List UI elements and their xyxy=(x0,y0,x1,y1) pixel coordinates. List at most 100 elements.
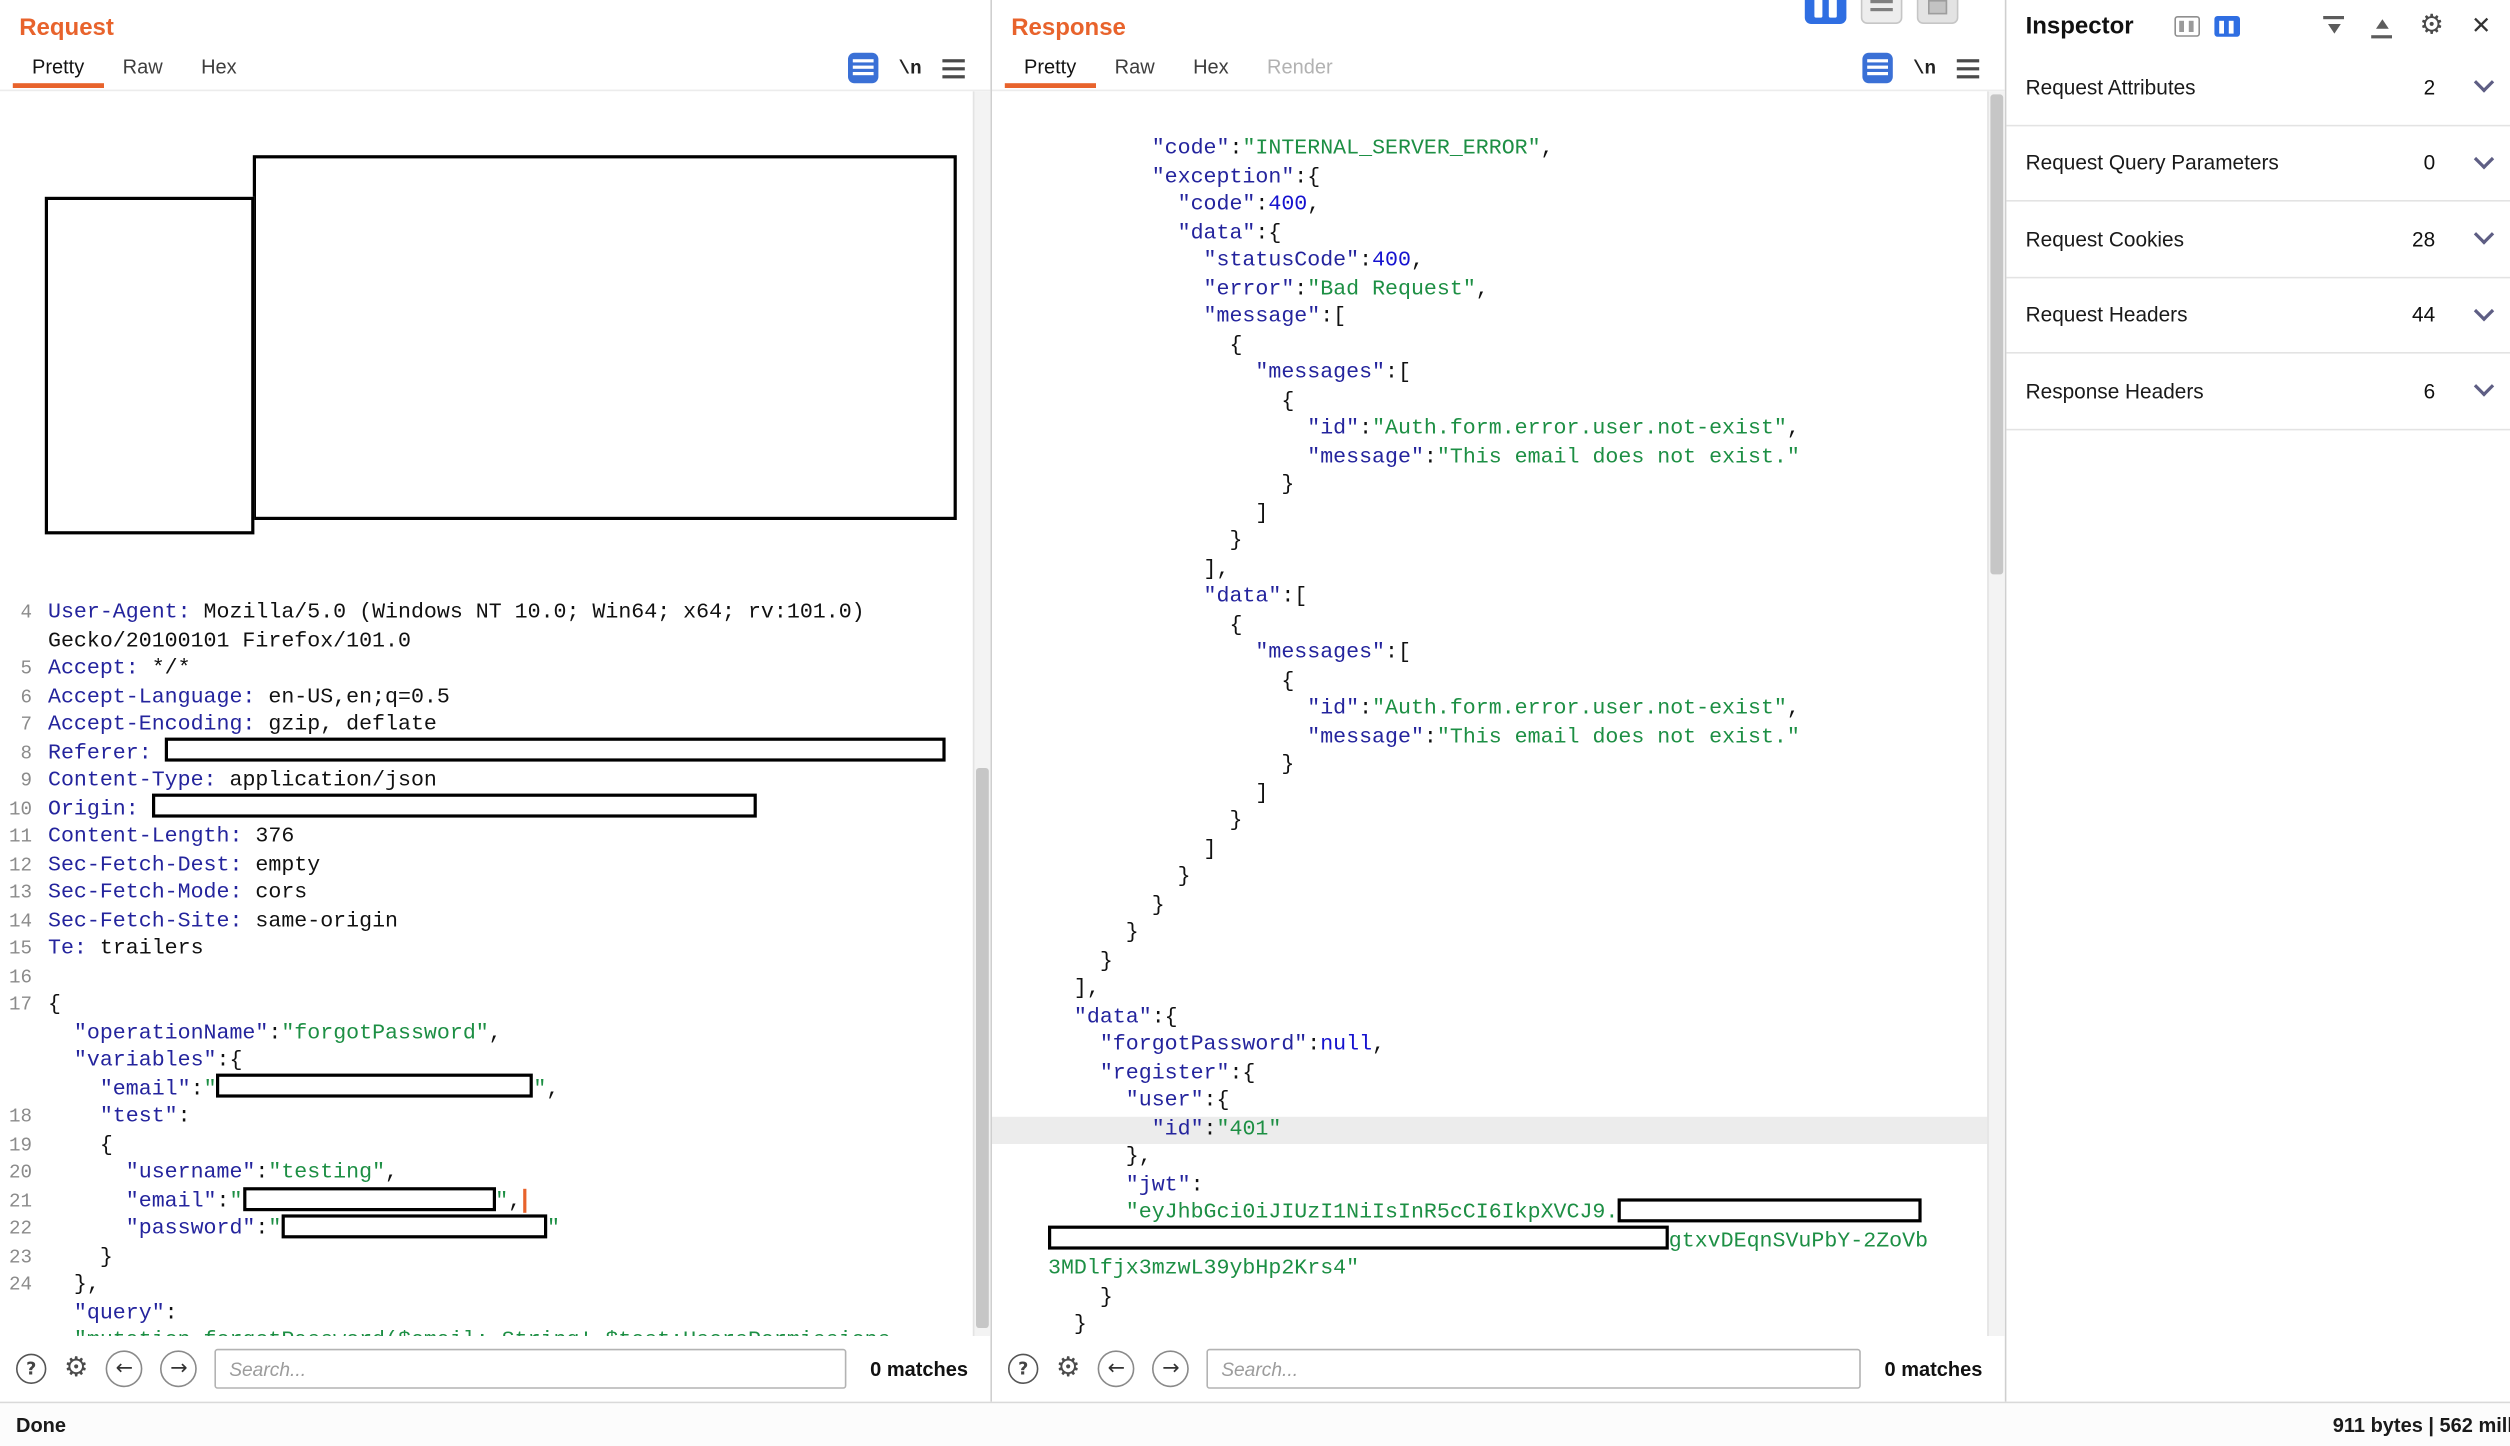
help-icon[interactable]: ? xyxy=(1008,1354,1038,1384)
inspector-section-count: 44 xyxy=(2381,303,2435,327)
expand-all-icon[interactable] xyxy=(2371,15,2392,37)
request-tabbar: Pretty Raw Hex \n xyxy=(0,46,990,91)
code-line: "statusCode":400, xyxy=(992,248,2005,276)
response-scrollbar[interactable] xyxy=(1987,91,2005,1336)
inspector-view-outline-icon[interactable] xyxy=(2174,16,2200,37)
line-number: 17 xyxy=(0,992,42,1020)
code-line: 21 "email":"", xyxy=(0,1188,990,1216)
line-number: 10 xyxy=(0,796,42,824)
response-tab-render[interactable]: Render xyxy=(1248,48,1352,88)
request-tab-pretty[interactable]: Pretty xyxy=(13,48,104,88)
word-wrap-toggle-icon[interactable] xyxy=(847,53,877,83)
redaction-box xyxy=(217,1074,534,1098)
response-searchbar: ? ⚙ ← → 0 matches xyxy=(992,1336,2005,1402)
code-line: 8Referer: xyxy=(0,740,990,768)
code-line: "operationName":"forgotPassword", xyxy=(0,1020,990,1048)
chevron-down-icon xyxy=(2474,377,2494,397)
inspector-section-request-cookies[interactable]: Request Cookies28 xyxy=(2006,202,2510,278)
request-editor[interactable]: fuZ04fNeZPoLreq CGhxmOoQ8WXmtL4 4User-Ag… xyxy=(0,91,990,1336)
inspector-section-request-attributes[interactable]: Request Attributes2 xyxy=(2006,50,2510,126)
inspector-section-request-headers[interactable]: Request Headers44 xyxy=(2006,278,2510,354)
response-search-input[interactable] xyxy=(1207,1349,1861,1389)
request-scrollbar-thumb[interactable] xyxy=(976,768,989,1328)
request-tab-hex[interactable]: Hex xyxy=(182,48,256,88)
request-scrollbar[interactable] xyxy=(973,91,991,1336)
inspector-panel: Inspector ⚙ ✕ Request Attributes2Request… xyxy=(2006,0,2510,1402)
editor-menu-icon[interactable] xyxy=(942,58,964,77)
line-number: 4 xyxy=(0,600,42,628)
show-newlines-toggle[interactable]: \n xyxy=(899,57,922,79)
layout-columns-icon[interactable] xyxy=(1805,0,1847,24)
code-line: 7Accept-Encoding: gzip, deflate xyxy=(0,712,990,740)
search-prev-button[interactable]: ← xyxy=(106,1350,143,1387)
help-icon[interactable]: ? xyxy=(16,1354,46,1384)
inspector-section-request-query-parameters[interactable]: Request Query Parameters0 xyxy=(2006,126,2510,202)
inspector-section-count: 28 xyxy=(2381,227,2435,251)
code-line: 6Accept-Language: en-US,en;q=0.5 xyxy=(0,684,990,712)
http-message-editor: Request Pretty Raw Hex \n fuZ04fNeZPoLre… xyxy=(0,0,2510,1446)
code-line: 14Sec-Fetch-Site: same-origin xyxy=(0,908,990,936)
code-line: 15Te: trailers xyxy=(0,936,990,964)
layout-single-icon[interactable] xyxy=(1917,0,1959,24)
code-line: } xyxy=(992,472,2005,500)
code-line: 13Sec-Fetch-Mode: cors xyxy=(0,880,990,908)
line-number xyxy=(0,1076,42,1104)
show-newlines-toggle[interactable]: \n xyxy=(1913,57,1936,79)
response-tab-hex[interactable]: Hex xyxy=(1174,48,1248,88)
request-tab-raw[interactable]: Raw xyxy=(103,48,181,88)
response-scrollbar-thumb[interactable] xyxy=(1990,94,2003,574)
search-prev-button[interactable]: ← xyxy=(1098,1350,1135,1387)
response-editor[interactable]: "code":"INTERNAL_SERVER_ERROR", "excepti… xyxy=(992,91,2005,1336)
line-number: 7 xyxy=(0,712,42,740)
code-line: gtxvDEqnSVuPbY-2ZoVb xyxy=(992,1228,2005,1256)
editor-menu-icon[interactable] xyxy=(1957,58,1979,77)
code-line: "code":400, xyxy=(992,192,2005,220)
code-line: "eyJhbGci0iJIUzI1NiIsInR5cCI6IkpXVCJ9. xyxy=(992,1200,2005,1228)
inspector-title: Inspector xyxy=(2026,13,2134,40)
gear-icon[interactable]: ⚙ xyxy=(1056,1355,1080,1382)
response-code-lines: "code":"INTERNAL_SERVER_ERROR", "excepti… xyxy=(992,136,2005,1336)
inspector-header: Inspector ⚙ ✕ xyxy=(2006,0,2510,50)
line-number: 9 xyxy=(0,768,42,796)
code-line: 3MDlfjx3mzwL39ybHp2Krs4" xyxy=(992,1256,2005,1284)
request-redacted-region: fuZ04fNeZPoLreq CGhxmOoQ8WXmtL4 xyxy=(0,147,990,544)
response-tab-pretty[interactable]: Pretty xyxy=(1005,48,1096,88)
code-line: "mutation forgotPassword($email: String!… xyxy=(0,1328,990,1336)
request-panel-title: Request xyxy=(0,0,990,46)
response-tab-tools: \n xyxy=(1862,53,1992,83)
close-icon[interactable]: ✕ xyxy=(2471,14,2491,38)
line-number: 12 xyxy=(0,852,42,880)
chevron-down-icon xyxy=(2474,73,2494,93)
gear-icon[interactable]: ⚙ xyxy=(2419,13,2443,40)
code-line: 12Sec-Fetch-Dest: empty xyxy=(0,852,990,880)
layout-rows-icon[interactable] xyxy=(1861,0,1903,24)
code-line: "id":"Auth.form.error.user.not-exist", xyxy=(992,416,2005,444)
line-number: 21 xyxy=(0,1188,42,1216)
line-number: 16 xyxy=(0,964,42,992)
code-line: "message":"This email does not exist." xyxy=(992,724,2005,752)
code-line: } xyxy=(992,920,2005,948)
collapse-all-icon[interactable] xyxy=(2323,15,2344,37)
code-line: } xyxy=(992,1284,2005,1312)
search-next-button[interactable]: → xyxy=(160,1350,197,1387)
inspector-section-response-headers[interactable]: Response Headers6 xyxy=(2006,354,2510,430)
redaction-box xyxy=(152,794,757,818)
code-line: "exception":{ xyxy=(992,164,2005,192)
line-number: 6 xyxy=(0,684,42,712)
redaction-box xyxy=(242,1186,495,1210)
line-number xyxy=(0,1020,42,1048)
inspector-section-count: 6 xyxy=(2381,379,2435,403)
line-number xyxy=(0,1328,42,1336)
inspector-section-label: Request Attributes xyxy=(2026,75,2381,99)
gear-icon[interactable]: ⚙ xyxy=(64,1355,88,1382)
line-number: 13 xyxy=(0,880,42,908)
inspector-view-filled-icon[interactable] xyxy=(2214,16,2240,37)
code-line: } xyxy=(992,864,2005,892)
word-wrap-toggle-icon[interactable] xyxy=(1862,53,1892,83)
search-next-button[interactable]: → xyxy=(1152,1350,1189,1387)
response-tab-raw[interactable]: Raw xyxy=(1095,48,1173,88)
response-match-count: 0 matches xyxy=(1878,1358,1989,1380)
code-line: }, xyxy=(992,1144,2005,1172)
request-search-input[interactable] xyxy=(215,1349,846,1389)
status-metrics: 911 bytes | 562 millis xyxy=(2333,1414,2510,1436)
